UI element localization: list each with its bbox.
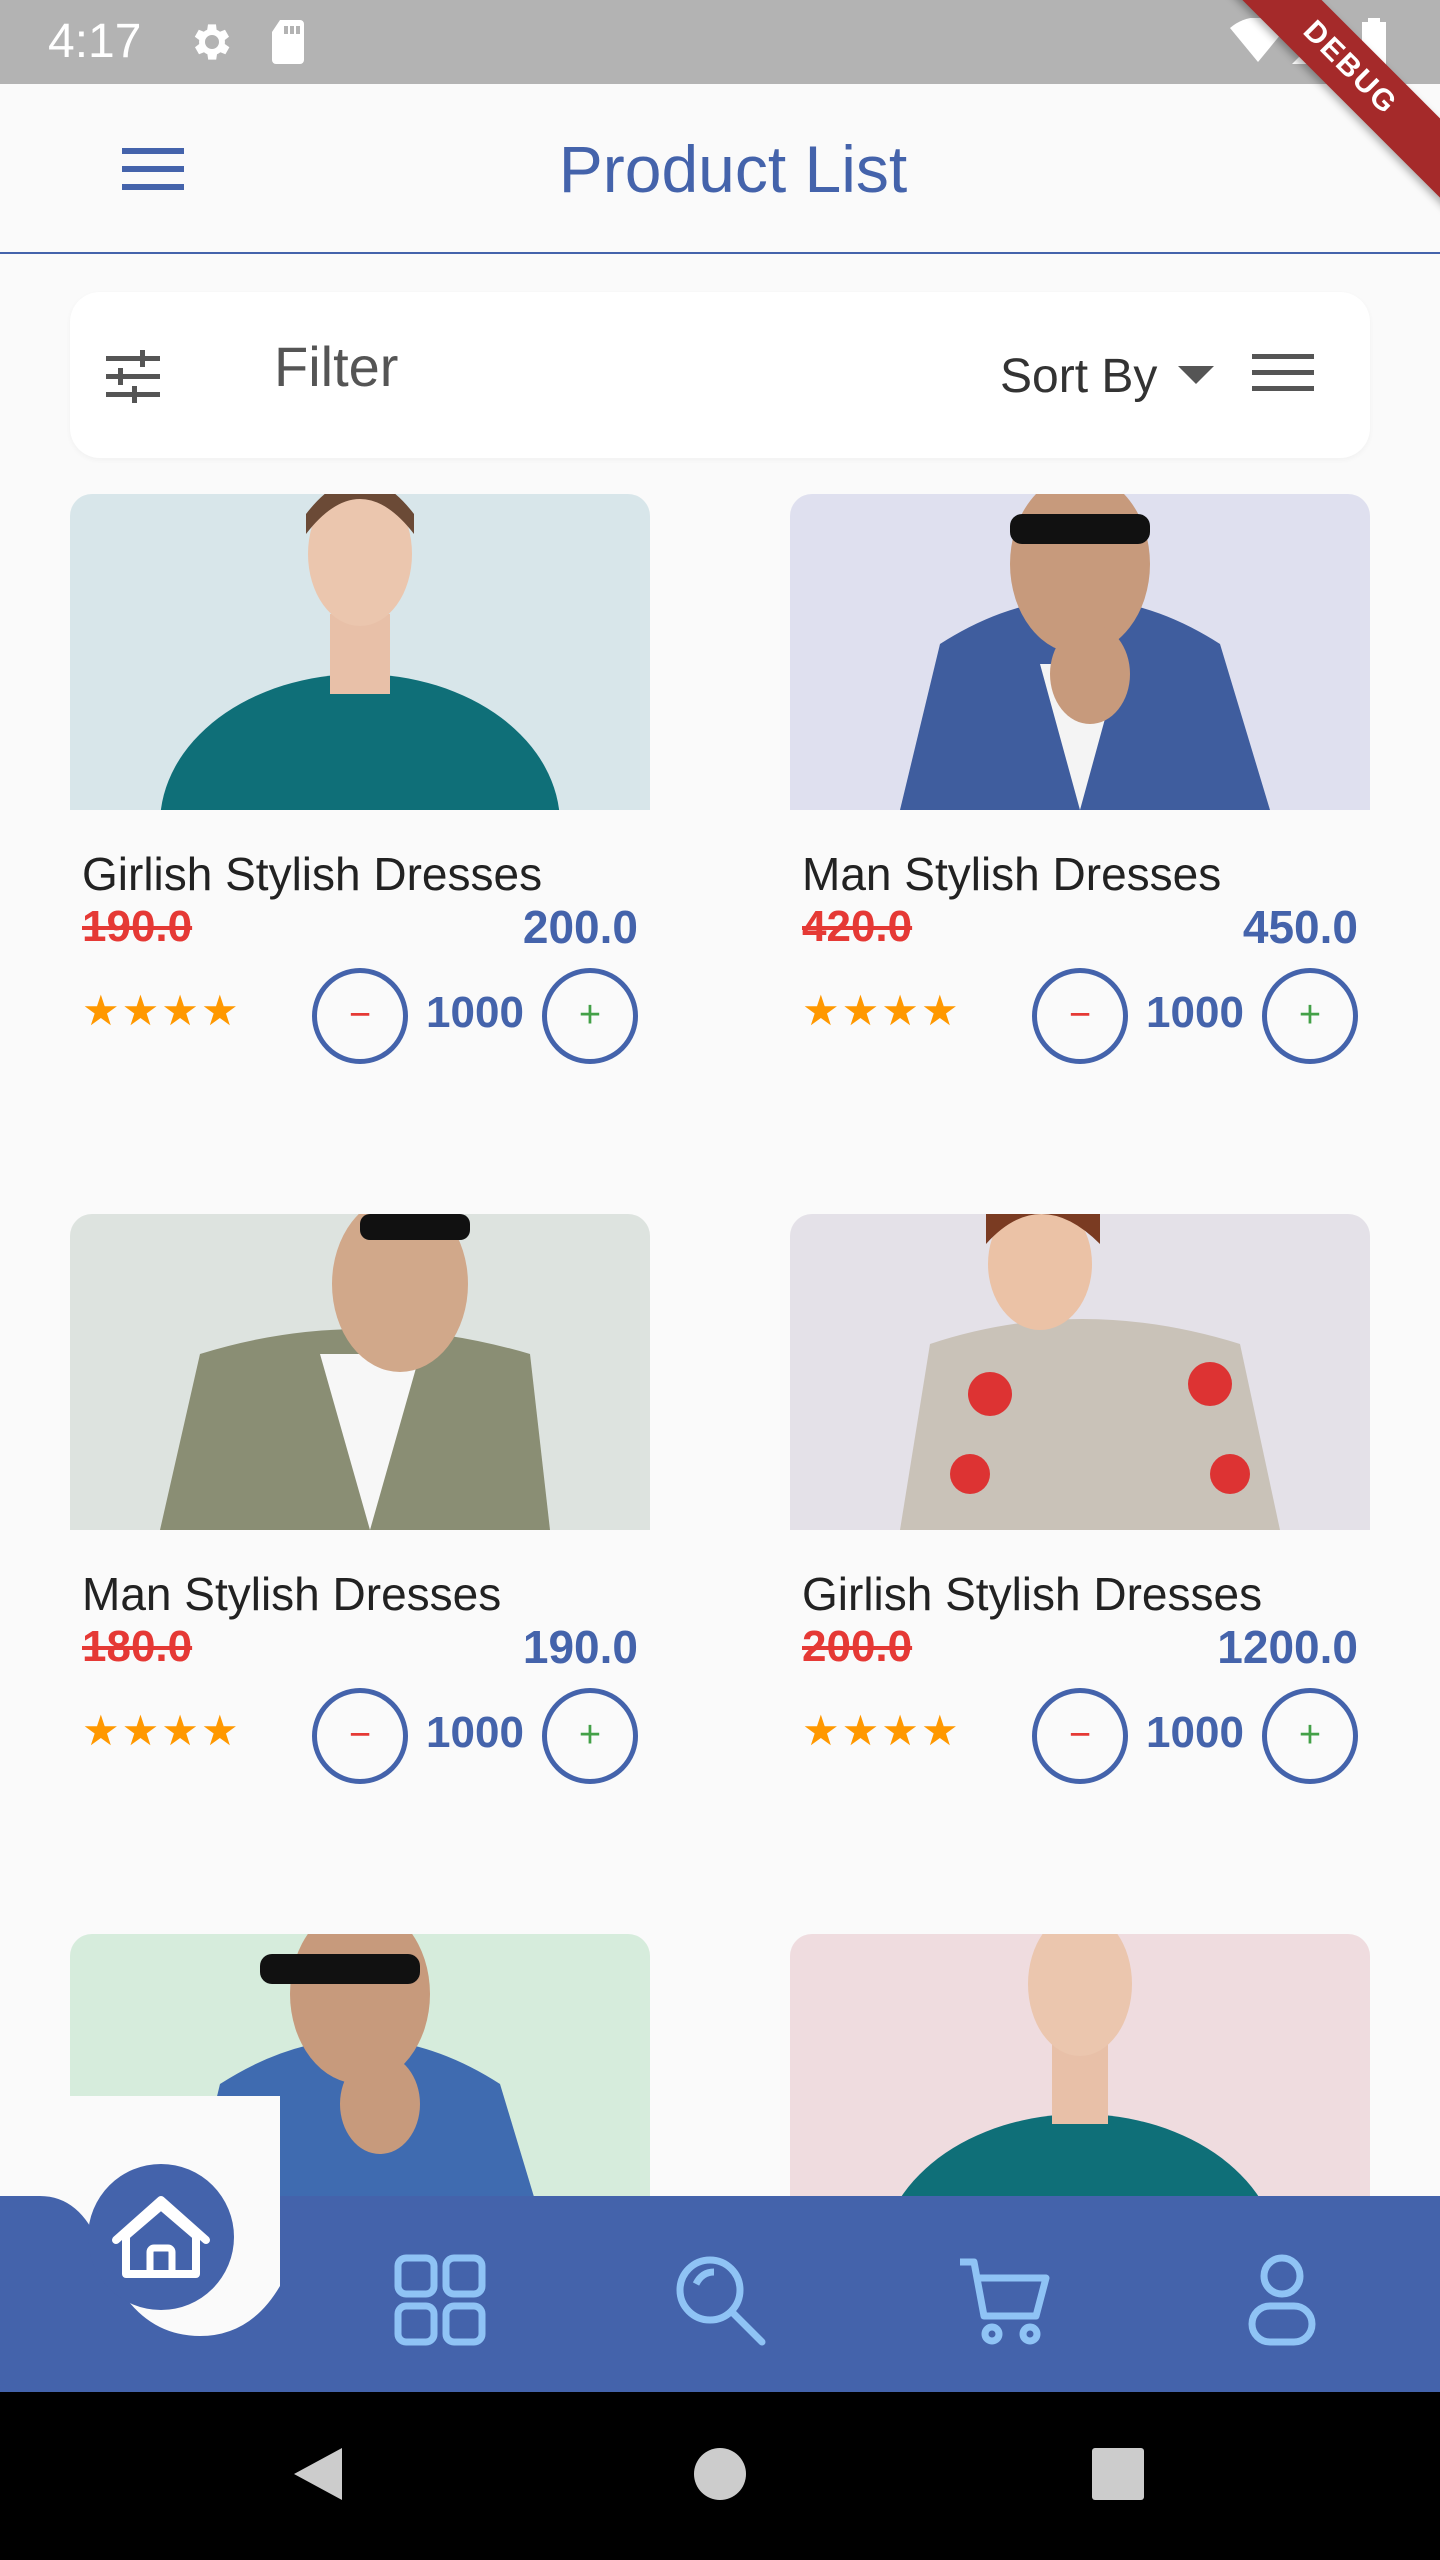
sliders-icon[interactable] (104, 346, 164, 406)
page-title: Product List (558, 132, 908, 206)
filter-button[interactable]: Filter (274, 332, 398, 402)
status-bar: 4:17 (0, 0, 1440, 84)
product-name: Man Stylish Dresses (802, 848, 1222, 900)
chevron-down-icon[interactable] (1178, 366, 1214, 384)
product-name: Girlish Stylish Dresses (82, 848, 543, 900)
product-image[interactable] (70, 494, 650, 810)
product-image[interactable] (790, 1934, 1370, 2196)
product-card[interactable]: Girlish Stylish Dresses 200.0 1200.0 ★★★… (790, 1214, 1370, 1824)
quantity-value: 1000 (1146, 988, 1244, 1037)
increase-quantity-button[interactable]: + (542, 1688, 638, 1784)
product-name: Man Stylish Dresses (82, 1568, 502, 1620)
home-button[interactable] (88, 2164, 234, 2310)
new-price: 190.0 (522, 1621, 638, 1673)
decrease-quantity-button[interactable]: − (312, 968, 408, 1064)
product-name: Girlish Stylish Dresses (802, 1568, 1263, 1620)
quantity-value: 1000 (426, 988, 524, 1037)
product-card[interactable] (790, 1934, 1370, 2196)
old-price: 190.0 (82, 902, 193, 951)
status-time: 4:17 (48, 15, 142, 68)
quantity-value: 1000 (426, 1708, 524, 1757)
app-bar: Product List (0, 84, 1440, 254)
old-price: 420.0 (802, 902, 913, 951)
old-price: 200.0 (802, 1622, 913, 1671)
increase-quantity-button[interactable]: + (1262, 1688, 1358, 1784)
settings-icon (186, 18, 234, 71)
new-price: 200.0 (522, 901, 638, 953)
rating-stars: ★★★★ (802, 987, 961, 1034)
home-system-icon[interactable] (692, 2444, 748, 2509)
decrease-quantity-button[interactable]: − (1032, 1688, 1128, 1784)
quantity-value: 1000 (1146, 1708, 1244, 1757)
rating-stars: ★★★★ (802, 1707, 961, 1754)
back-icon[interactable] (290, 2444, 346, 2509)
product-image[interactable] (70, 1214, 650, 1530)
old-price: 180.0 (82, 1622, 193, 1671)
rating-stars: ★★★★ (82, 987, 241, 1034)
new-price: 1200.0 (1217, 1621, 1358, 1673)
product-image[interactable] (790, 1214, 1370, 1530)
cart-icon[interactable] (954, 2250, 1054, 2350)
product-card[interactable]: Man Stylish Dresses 180.0 190.0 ★★★★ − 1… (70, 1214, 650, 1824)
search-icon[interactable] (670, 2250, 770, 2350)
sort-by-dropdown[interactable]: Sort By (1000, 342, 1157, 412)
product-image[interactable] (790, 494, 1370, 810)
home-icon (112, 2196, 210, 2278)
increase-quantity-button[interactable]: + (542, 968, 638, 1064)
profile-icon[interactable] (1232, 2250, 1332, 2350)
product-card[interactable]: Man Stylish Dresses 420.0 450.0 ★★★★ − 1… (790, 494, 1370, 1104)
decrease-quantity-button[interactable]: − (1032, 968, 1128, 1064)
recents-icon[interactable] (1090, 2444, 1146, 2509)
grid-icon[interactable] (390, 2250, 490, 2350)
new-price: 450.0 (1242, 901, 1358, 953)
sd-card-icon (268, 18, 308, 71)
list-view-icon[interactable] (1250, 348, 1316, 398)
rating-stars: ★★★★ (82, 1707, 241, 1754)
system-navigation-bar (0, 2392, 1440, 2560)
decrease-quantity-button[interactable]: − (312, 1688, 408, 1784)
product-card[interactable]: Girlish Stylish Dresses 190.0 200.0 ★★★★… (70, 494, 650, 1104)
increase-quantity-button[interactable]: + (1262, 968, 1358, 1064)
filter-bar: Filter Sort By (70, 292, 1370, 458)
